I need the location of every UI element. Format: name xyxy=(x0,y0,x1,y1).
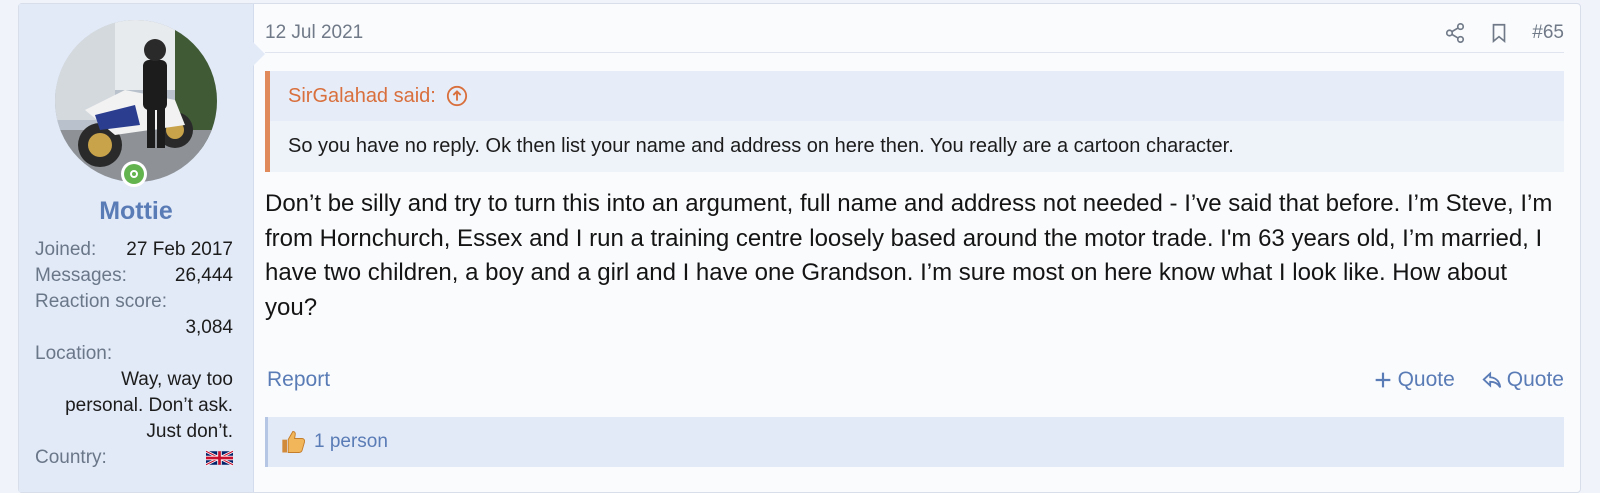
plus-icon xyxy=(1375,372,1390,388)
post-main: 12 Jul 2021 #65 SirGalahad said: So you … xyxy=(265,4,1580,492)
quote-actions: Quote Quote xyxy=(1372,368,1564,392)
stat-value[interactable]: Way, way too personal. Don’t ask. Just d… xyxy=(35,367,233,445)
stat-value[interactable]: 26,444 xyxy=(175,263,233,289)
quote-header[interactable]: SirGalahad said: xyxy=(270,71,1564,121)
uk-flag-icon xyxy=(206,450,233,466)
reactions-summary[interactable]: 1 person xyxy=(314,431,388,453)
user-stats: Joined: 27 Feb 2017 Messages: 26,444 Rea… xyxy=(35,237,233,471)
quote-block: SirGalahad said: So you have no reply. O… xyxy=(265,71,1564,172)
quote-text: So you have no reply. Ok then list your … xyxy=(270,121,1564,172)
multiquote-button[interactable]: Quote xyxy=(1372,368,1455,392)
stat-label: Reaction score: xyxy=(35,291,168,312)
reply-quote-label: Quote xyxy=(1506,368,1564,391)
reply-icon xyxy=(1482,371,1501,388)
stat-joined: Joined: 27 Feb 2017 xyxy=(35,237,233,263)
user-panel-arrow xyxy=(253,42,265,66)
share-icon[interactable] xyxy=(1444,22,1466,44)
stat-label: Location: xyxy=(35,343,113,364)
quote-author[interactable]: SirGalahad said: xyxy=(288,85,436,108)
post-header: 12 Jul 2021 #65 xyxy=(265,18,1564,53)
stat-label: Country: xyxy=(35,447,107,468)
multiquote-label: Quote xyxy=(1397,368,1455,391)
stat-value: 27 Feb 2017 xyxy=(126,239,233,260)
post-header-actions: #65 xyxy=(1444,22,1564,44)
forum-post: Mottie Joined: 27 Feb 2017 Messages: 26,… xyxy=(18,3,1581,493)
post-number[interactable]: #65 xyxy=(1532,22,1564,44)
thumbs-up-icon xyxy=(282,431,306,453)
avatar-photo xyxy=(55,20,217,182)
bookmark-icon[interactable] xyxy=(1488,22,1510,44)
post-date[interactable]: 12 Jul 2021 xyxy=(265,22,363,44)
stat-country: Country: xyxy=(35,445,233,471)
online-status-icon xyxy=(121,161,147,187)
report-link[interactable]: Report xyxy=(267,368,330,392)
reactions-bar[interactable]: 1 person xyxy=(265,417,1564,467)
user-info-panel: Mottie Joined: 27 Feb 2017 Messages: 26,… xyxy=(19,4,265,492)
stat-value: 3,084 xyxy=(185,317,233,338)
message-body: Don’t be silly and try to turn this into… xyxy=(265,190,1553,321)
stat-messages: Messages: 26,444 xyxy=(35,263,233,289)
stat-label: Joined: xyxy=(35,239,97,260)
stat-label: Messages: xyxy=(35,265,127,286)
avatar[interactable] xyxy=(55,20,217,182)
reply-quote-button[interactable]: Quote xyxy=(1481,368,1564,392)
arrow-up-circle-icon[interactable] xyxy=(446,85,468,107)
post-footer-actions: Report Quote Quote xyxy=(265,368,1564,398)
username[interactable]: Mottie xyxy=(19,197,253,226)
